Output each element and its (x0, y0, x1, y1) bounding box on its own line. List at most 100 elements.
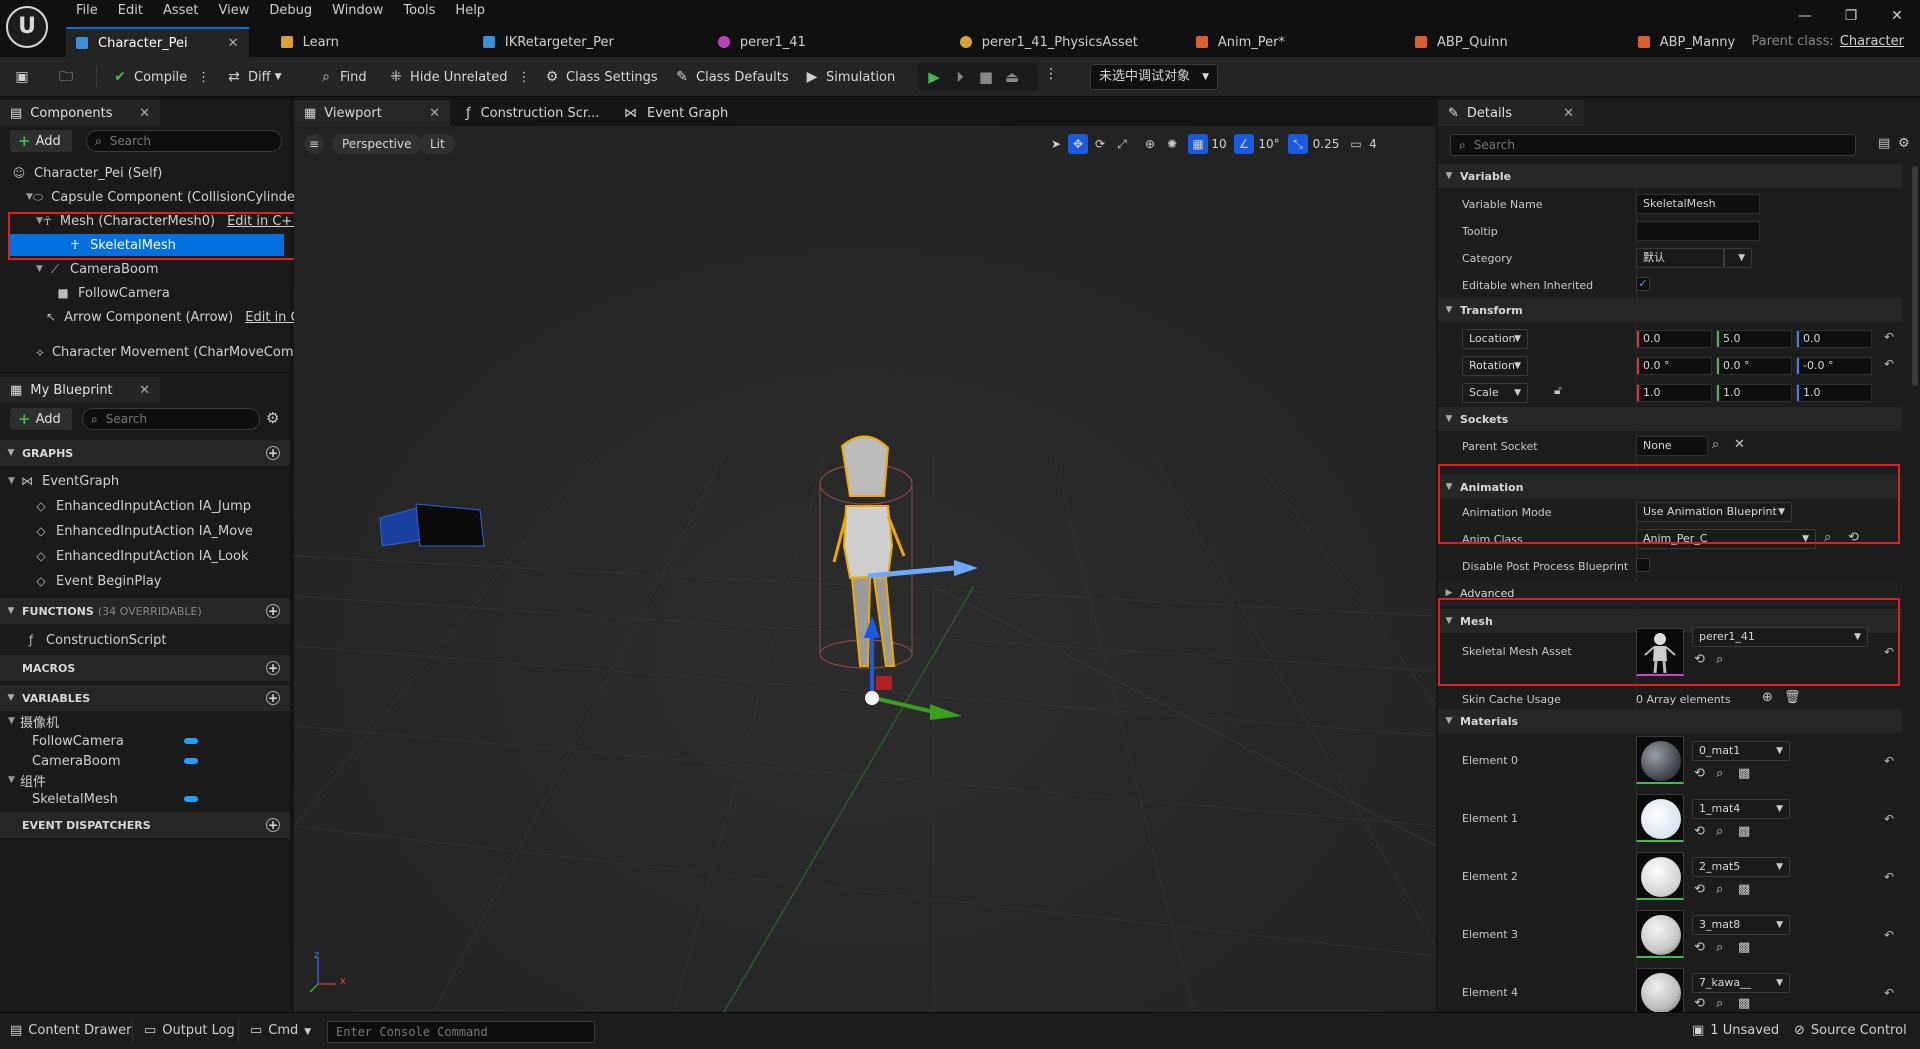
lit-mode-button[interactable]: Lit (420, 134, 455, 154)
use-selected-icon[interactable]: ⟲ (1694, 996, 1705, 1011)
viewport-canvas[interactable]: z x ≡ Perspective Lit ➤ ✥ ⟳ ⤢ ⊕ ✺ ▦ 10 ∠… (294, 126, 1436, 1012)
graph-event-look[interactable]: ◇ EnhancedInputAction IA_Look (0, 545, 290, 567)
sockets-section-header[interactable]: ▼ Sockets (1438, 407, 1902, 431)
material-thumbnail[interactable] (1636, 852, 1684, 900)
tooltip-field[interactable] (1636, 221, 1760, 241)
close-tab-icon[interactable]: ✕ (139, 106, 150, 121)
category-dropdown[interactable]: ▼ (1724, 248, 1752, 268)
rotation-z-field[interactable]: -0.0 ° (1796, 357, 1872, 375)
scale-mode-dropdown[interactable]: Scale ▼ (1462, 383, 1528, 403)
functions-header[interactable]: ▼ FUNCTIONS (34 OVERRIDABLE) + (0, 598, 290, 624)
tree-item-followcamera[interactable]: ■ FollowCamera (0, 282, 290, 304)
output-log-button[interactable]: ▭ Output Log (144, 1023, 235, 1038)
graphs-header[interactable]: ▼ GRAPHS + (0, 440, 290, 466)
tab-construction-script[interactable]: ƒ Construction Scr... (456, 100, 599, 126)
rotation-y-field[interactable]: 0.0 ° (1716, 357, 1792, 375)
rotate-tool-icon[interactable]: ⟳ (1090, 134, 1110, 154)
disable-post-process-checkbox[interactable] (1636, 558, 1650, 572)
tree-item-arrow[interactable]: ↖ Arrow Component (Arrow) Edit in C++ (0, 306, 321, 328)
macros-header[interactable]: MACROS + (0, 655, 290, 681)
more-options-icon[interactable]: ⋮ (197, 70, 210, 85)
material-dropdown[interactable]: 1_mat4 ▼ (1692, 799, 1790, 819)
unsaved-indicator[interactable]: ▣ 1 Unsaved (1692, 1023, 1779, 1038)
doc-tab-abp-manny[interactable]: ABP_Manny (1628, 27, 1746, 57)
add-dispatcher-icon[interactable]: + (266, 818, 280, 832)
save-button[interactable]: ▣ (14, 65, 36, 89)
eject-icon[interactable]: ⏏ (1002, 67, 1022, 87)
rotation-x-field[interactable]: 0.0 ° (1636, 357, 1712, 375)
function-constructionscript[interactable]: ƒ ConstructionScript (0, 629, 290, 651)
step-icon[interactable]: ⏵ (950, 67, 970, 87)
more-options-icon[interactable]: ⋮ (518, 70, 531, 85)
location-mode-dropdown[interactable]: Location ▼ (1462, 329, 1528, 349)
reset-arrow-icon[interactable]: ↶ (1884, 330, 1894, 344)
scale-y-field[interactable]: 1.0 (1716, 384, 1792, 402)
doc-tab-anim-per[interactable]: Anim_Per* (1186, 27, 1295, 57)
menu-edit[interactable]: Edit (108, 0, 153, 22)
play-icon[interactable]: ▶ (924, 67, 944, 87)
scale-tool-icon[interactable]: ⤢ (1112, 134, 1132, 154)
world-space-icon[interactable]: ⊕ (1140, 134, 1160, 154)
browse-asset-icon[interactable]: ⌕ (1716, 824, 1723, 839)
collapse-icon[interactable]: ▼ (26, 192, 33, 202)
use-selected-icon[interactable]: ⟲ (1694, 766, 1705, 781)
location-z-field[interactable]: 0.0 (1796, 330, 1872, 348)
reset-arrow-icon[interactable]: ↶ (1884, 812, 1894, 826)
tree-item-charmovement[interactable]: ⟡ Character Movement (CharMoveComp) (0, 341, 307, 363)
scale-x-field[interactable]: 1.0 (1636, 384, 1712, 402)
menu-file[interactable]: File (66, 0, 108, 22)
variable-name-field[interactable]: SkeletalMesh (1636, 194, 1760, 214)
material-dropdown[interactable]: 3_mat8 ▼ (1692, 915, 1790, 935)
doc-tab-ikretargeter[interactable]: IKRetargeter_Per (473, 27, 624, 57)
checker-icon[interactable]: ▩ (1738, 766, 1750, 781)
scale-snap-icon[interactable]: ⤡ (1288, 134, 1308, 154)
clear-x-icon[interactable]: ✕ (1734, 437, 1745, 452)
checker-icon[interactable]: ▩ (1738, 824, 1750, 839)
settings-gear-icon[interactable]: ⚙ (1898, 136, 1910, 151)
checker-icon[interactable]: ▩ (1738, 940, 1750, 955)
materials-section-header[interactable]: ▼ Materials (1438, 709, 1902, 733)
close-tab-icon[interactable]: ✕ (429, 106, 440, 121)
add-component-button[interactable]: + Add (10, 130, 72, 152)
use-selected-icon[interactable]: ⟲ (1694, 940, 1705, 955)
graph-event-beginplay[interactable]: ◇ Event BeginPlay (0, 570, 290, 592)
tree-item-cameraboom[interactable]: ▼ ⟋ CameraBoom (0, 258, 290, 280)
blueprint-search-input[interactable]: ⌕ Search (82, 408, 260, 430)
var-group-camera[interactable]: ▼ 摄像机 (0, 710, 290, 732)
variable-section-header[interactable]: ▼ Variable (1438, 164, 1902, 188)
menu-view[interactable]: View (209, 0, 260, 22)
add-macro-icon[interactable]: + (266, 661, 280, 675)
doc-tab-physics-asset[interactable]: perer1_41_PhysicsAsset (950, 27, 1148, 57)
collapse-icon[interactable]: ▼ (8, 775, 20, 785)
reset-arrow-icon[interactable]: ↶ (1884, 986, 1894, 1000)
details-scrollbar[interactable] (1912, 166, 1918, 386)
stop-icon[interactable]: ■ (976, 67, 996, 87)
select-tool-icon[interactable]: ➤ (1046, 134, 1066, 154)
restore-icon[interactable]: ❐ (1828, 0, 1874, 32)
scale-z-field[interactable]: 1.0 (1796, 384, 1872, 402)
console-command-input[interactable]: Enter Console Command (327, 1021, 595, 1043)
translate-tool-icon[interactable]: ✥ (1068, 134, 1088, 154)
reset-arrow-icon[interactable]: ↶ (1884, 870, 1894, 884)
material-thumbnail[interactable] (1636, 794, 1684, 842)
add-member-button[interactable]: + Add (10, 408, 72, 430)
graph-event-jump[interactable]: ◇ EnhancedInputAction IA_Jump (0, 495, 290, 517)
category-field[interactable]: 默认 (1636, 248, 1724, 268)
add-graph-icon[interactable]: + (266, 446, 280, 460)
checker-icon[interactable]: ▩ (1738, 882, 1750, 897)
class-defaults-button[interactable]: ✎ Class Defaults (674, 65, 788, 89)
browse-asset-icon[interactable]: ⌕ (1716, 996, 1723, 1011)
doc-tab-perer1-41[interactable]: perer1_41 (708, 27, 816, 57)
tab-event-graph[interactable]: ⋈ Event Graph (614, 100, 728, 126)
debug-object-select[interactable]: 未选中调试对象 ▼ (1090, 64, 1218, 90)
details-tab[interactable]: ✎ Details ✕ (1438, 100, 1584, 126)
material-dropdown[interactable]: 7_kawa__ ▼ (1692, 973, 1790, 993)
close-tab-icon[interactable]: ✕ (228, 36, 239, 51)
tab-viewport[interactable]: ▦ Viewport ✕ (294, 100, 450, 126)
reset-arrow-icon[interactable]: ↶ (1884, 928, 1894, 942)
source-control-button[interactable]: ⊘ Source Control (1794, 1023, 1907, 1038)
reset-arrow-icon[interactable]: ↶ (1884, 754, 1894, 768)
menu-window[interactable]: Window (322, 0, 393, 22)
collapse-icon[interactable]: ▼ (8, 716, 20, 726)
unlock-icon[interactable]: 🔓︎ (1554, 383, 1562, 398)
